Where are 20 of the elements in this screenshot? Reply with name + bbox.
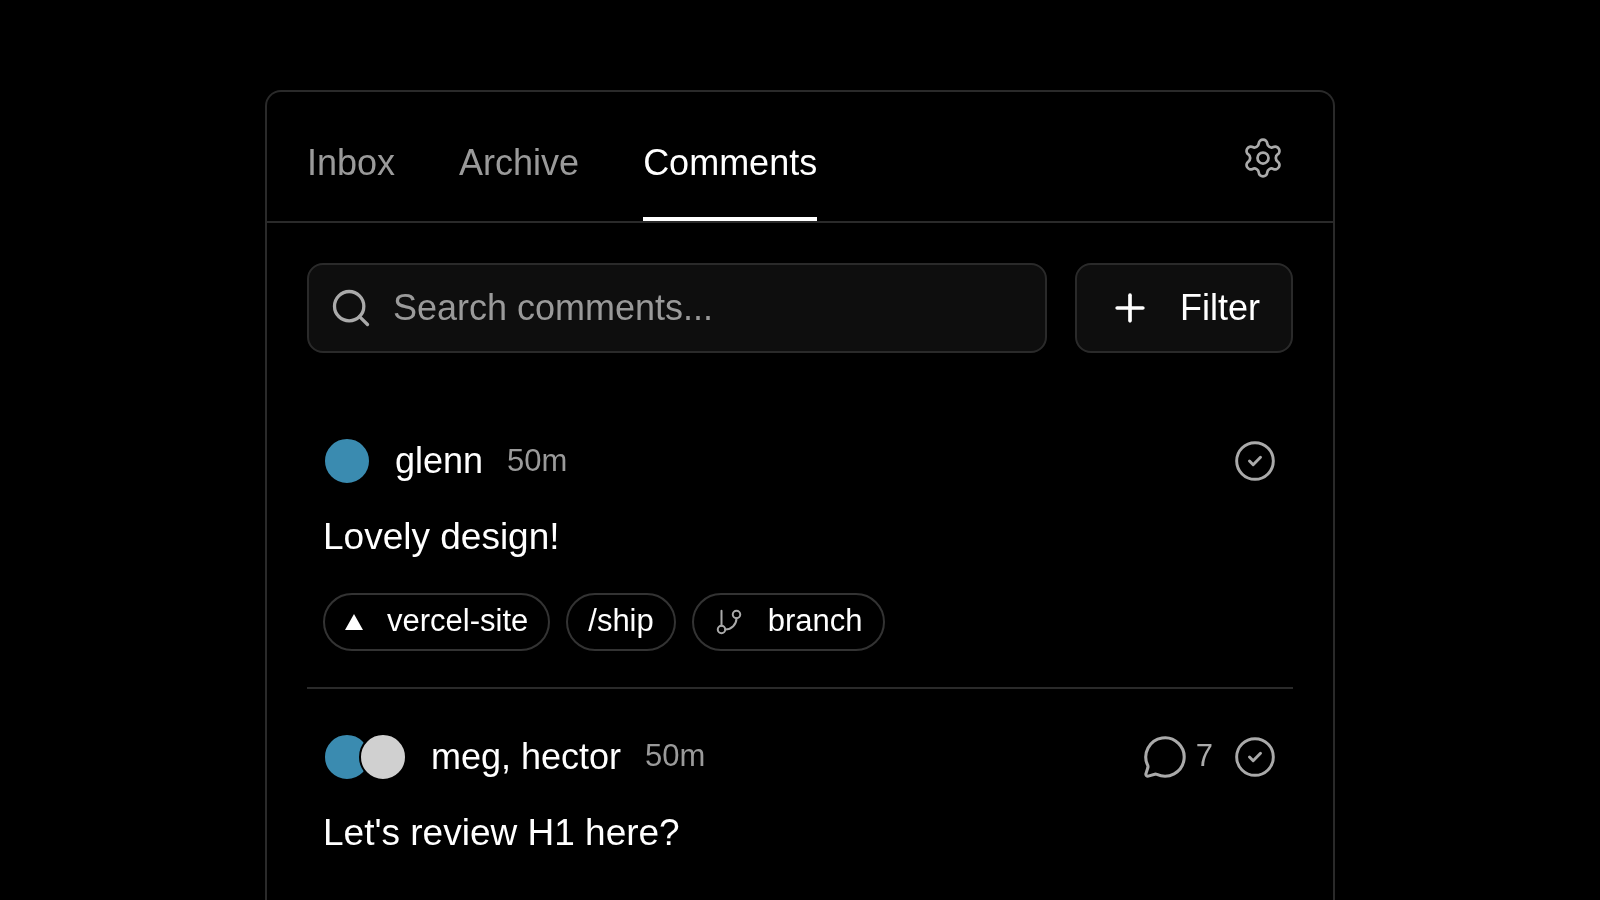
- comment-time: 50m: [507, 441, 568, 480]
- reply-count: 7: [1195, 737, 1213, 776]
- triangle-icon: [345, 613, 363, 630]
- comment-text: Let's review H1 here?: [323, 810, 681, 855]
- tag-pill[interactable]: vercel-site: [323, 592, 551, 651]
- speech-bubble-icon: [1141, 733, 1188, 780]
- comment-text: Lovely design!: [323, 515, 561, 559]
- author-name: meg, hector: [431, 734, 622, 779]
- resolve-button[interactable]: [1233, 439, 1277, 483]
- comment-time: 50m: [645, 737, 706, 776]
- tab[interactable]: Inbox: [307, 92, 396, 221]
- search-field[interactable]: Search comments...: [307, 263, 1047, 353]
- tag-pill[interactable]: branch: [691, 592, 885, 651]
- filter-button[interactable]: Filter: [1075, 263, 1293, 353]
- search-input[interactable]: Search comments...: [393, 281, 1025, 335]
- author-name: glenn: [395, 439, 484, 483]
- tag-pill[interactable]: /ship: [566, 592, 676, 651]
- tab[interactable]: Comments: [643, 92, 818, 221]
- tab[interactable]: Archive: [459, 92, 580, 221]
- resolve-button[interactable]: [1233, 734, 1277, 779]
